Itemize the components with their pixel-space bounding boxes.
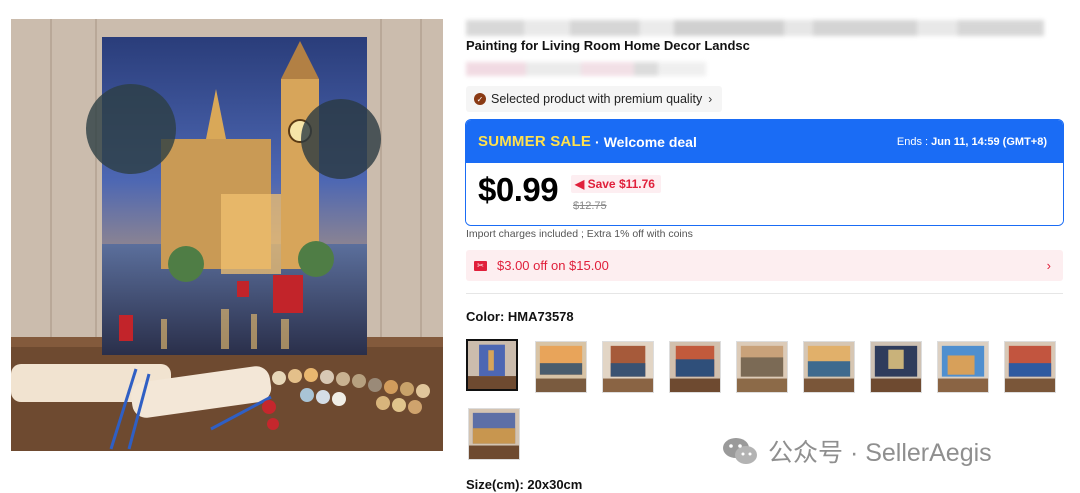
deal-price-area: $0.99 ◀ Save $11.76 $12.75: [466, 163, 1063, 225]
product-painting-illustration: [11, 19, 443, 451]
main-product-image[interactable]: [11, 19, 443, 451]
welcome-deal-label: Welcome deal: [603, 133, 697, 150]
summer-sale-label: SUMMER SALE: [478, 133, 592, 150]
color-thumb[interactable]: [602, 341, 654, 393]
original-price: $12.75: [573, 200, 607, 212]
color-thumb[interactable]: [535, 341, 587, 393]
wechat-icon: [722, 436, 758, 466]
deal-header: SUMMER SALE · Welcome deal Ends : Jun 11…: [466, 120, 1063, 163]
current-price: $0.99: [478, 171, 559, 208]
color-thumb[interactable]: [669, 341, 721, 393]
check-shield-icon: ✓: [474, 93, 486, 105]
save-badge: ◀ Save $11.76: [571, 175, 661, 193]
product-title: Painting for Living Room Home Decor Land…: [466, 38, 750, 53]
color-thumb[interactable]: [937, 341, 989, 393]
blurred-title-line: [466, 20, 1044, 36]
save-tag-icon: ◀: [575, 177, 585, 191]
deal-separator: ·: [595, 133, 600, 150]
save-amount: Save $11.76: [587, 177, 655, 191]
divider: [466, 293, 1063, 294]
color-thumb[interactable]: [1004, 341, 1056, 393]
size-option-label: Size(cm): 20x30cm: [466, 477, 583, 492]
deal-ends: Ends : Jun 11, 14:59 (GMT+8): [897, 136, 1047, 148]
color-thumb[interactable]: [803, 341, 855, 393]
ends-value: Jun 11, 14:59 (GMT+8): [931, 135, 1047, 148]
color-thumb[interactable]: [468, 408, 520, 460]
chevron-right-icon: ›: [708, 92, 713, 106]
premium-quality-badge[interactable]: ✓ Selected product with premium quality …: [466, 86, 723, 112]
color-thumb[interactable]: [736, 341, 788, 393]
blurred-subtitle-line: [466, 62, 706, 76]
welcome-deal-box: SUMMER SALE · Welcome deal Ends : Jun 11…: [465, 119, 1064, 226]
coupon-bar[interactable]: ✂ $3.00 off on $15.00 ›: [466, 250, 1063, 281]
ends-label: Ends :: [896, 135, 929, 148]
color-thumb-selected[interactable]: [466, 339, 518, 391]
watermark-text: 公众号 · SellerAegis: [768, 439, 992, 467]
coupon-ticket-icon: ✂: [474, 260, 487, 271]
chevron-right-icon: ›: [1046, 258, 1051, 273]
quality-badge-label: Selected product with premium quality: [491, 92, 703, 106]
coupon-text: $3.00 off on $15.00: [497, 258, 609, 273]
color-option-label: Color: HMA73578: [466, 309, 574, 324]
color-thumb[interactable]: [870, 341, 922, 393]
import-charges-note: Import charges included ; Extra 1% off w…: [466, 228, 693, 240]
watermark: 公众号 · SellerAegis: [722, 433, 992, 469]
